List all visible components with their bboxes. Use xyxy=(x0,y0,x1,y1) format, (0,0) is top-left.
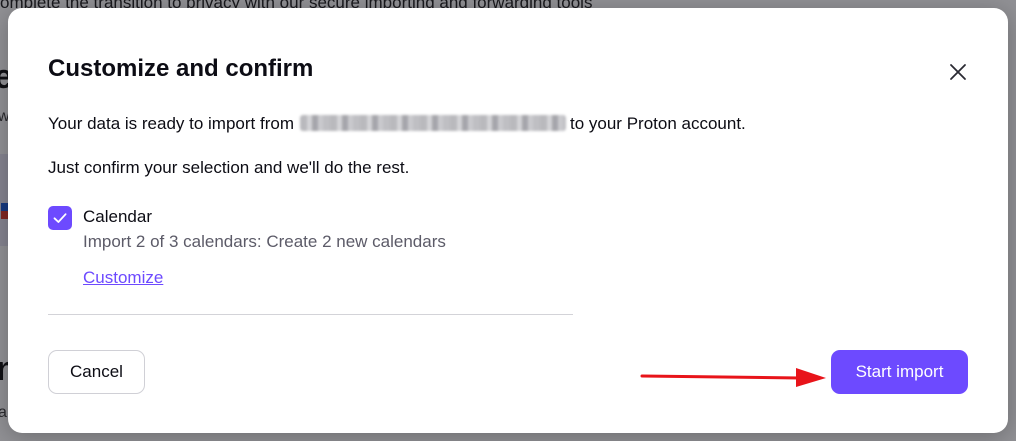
intro-text-after: to your Proton account. xyxy=(570,114,746,133)
cancel-button[interactable]: Cancel xyxy=(48,350,145,394)
customize-link[interactable]: Customize xyxy=(83,268,163,288)
redacted-email xyxy=(300,115,566,131)
calendar-description: Import 2 of 3 calendars: Create 2 new ca… xyxy=(83,232,446,251)
close-icon xyxy=(950,64,966,80)
close-button[interactable] xyxy=(944,58,972,86)
checkmark-icon xyxy=(53,213,67,223)
calendar-label: Calendar xyxy=(83,207,152,226)
divider xyxy=(48,314,573,315)
dialog-title: Customize and confirm xyxy=(48,55,314,82)
calendar-checkbox[interactable] xyxy=(48,206,72,230)
intro-text-before: Your data is ready to import from xyxy=(48,114,294,133)
import-source-text: Your data is ready to import from to your… xyxy=(48,114,746,134)
customize-confirm-dialog: Customize and confirm Your data is ready… xyxy=(8,8,1008,433)
red-arrow-annotation xyxy=(640,368,826,387)
start-import-button[interactable]: Start import xyxy=(831,350,968,394)
confirm-instruction: Just confirm your selection and we'll do… xyxy=(48,158,410,177)
